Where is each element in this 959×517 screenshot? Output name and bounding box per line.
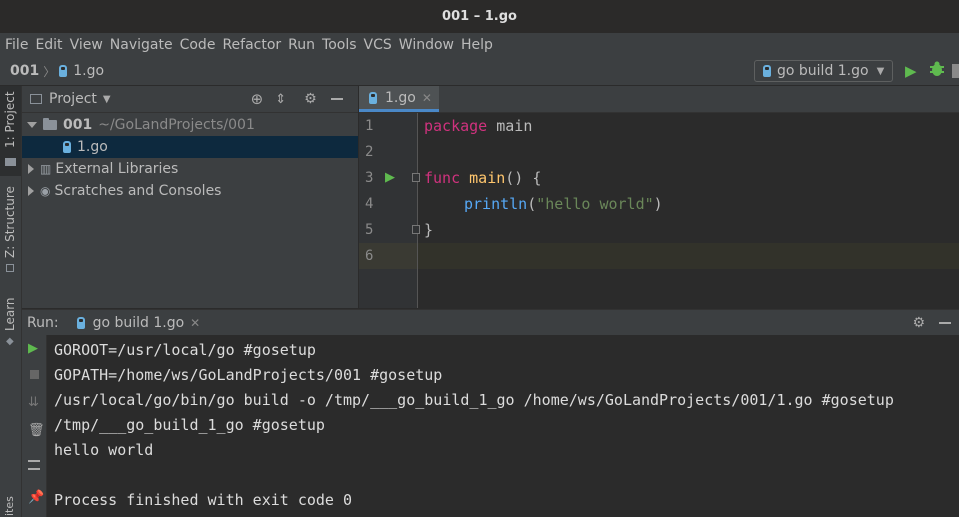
more-toolbar-icon[interactable] — [952, 64, 959, 78]
fold-icon[interactable] — [412, 173, 420, 182]
tab-structure[interactable]: Z: Structure — [0, 186, 21, 276]
menu-vcs[interactable]: VCS — [364, 37, 392, 53]
console-line: GOPATH=/home/ws/GoLandProjects/001 #gose… — [54, 366, 443, 384]
scroll-to-end-icon[interactable]: ⇊ — [28, 395, 39, 410]
menu-window[interactable]: Window — [399, 37, 454, 53]
go-build-icon — [76, 316, 85, 329]
minimize-icon[interactable] — [330, 98, 343, 100]
tree-item-project-root[interactable]: 001 ~/GoLandProjects/001 — [22, 114, 358, 136]
run-tab-label[interactable]: go build 1.go — [93, 315, 185, 331]
code-line-1: package main — [424, 117, 533, 135]
folder-icon — [5, 158, 16, 166]
current-line-highlight — [359, 243, 959, 269]
left-tool-window-strip: 1: Project Z: Structure Learn ◆ — [0, 86, 22, 517]
structure-icon — [6, 264, 14, 272]
project-panel-header: Project ▼ ⊕ ⇕ ⚙ — [22, 86, 358, 113]
menu-navigate[interactable]: Navigate — [110, 37, 173, 53]
breadcrumb-separator: 〉 — [43, 64, 56, 79]
trash-icon[interactable]: 🗑 — [28, 423, 45, 438]
menu-view[interactable]: View — [70, 37, 103, 53]
window-title-bar: 001 – 1.go — [0, 0, 959, 33]
menu-help[interactable]: Help — [461, 37, 493, 53]
scratches-icon: ◉ — [40, 184, 51, 198]
locate-icon[interactable]: ⊕ — [251, 90, 264, 108]
debug-icon[interactable] — [930, 61, 944, 77]
run-panel-header: Run: go build 1.go ✕ ⚙ — [22, 309, 959, 336]
tree-item-external-libraries[interactable]: ▥ External Libraries — [22, 158, 358, 180]
gear-icon[interactable]: ⚙ — [304, 91, 317, 107]
run-icon[interactable]: ▶ — [905, 62, 917, 80]
go-build-icon — [763, 65, 771, 77]
window-title: 001 – 1.go — [442, 9, 517, 24]
chevron-down-icon: ▼ — [876, 65, 885, 77]
expand-arrow-icon[interactable] — [28, 186, 34, 196]
fold-icon[interactable] — [412, 225, 420, 234]
tree-item-file[interactable]: 1.go — [22, 136, 358, 158]
expand-arrow-icon[interactable] — [28, 164, 34, 174]
go-file-icon — [63, 141, 71, 153]
line-number: 2 — [365, 144, 374, 160]
minimize-icon[interactable] — [939, 321, 951, 324]
layout-icon[interactable] — [28, 460, 40, 470]
project-view-icon — [30, 94, 42, 104]
menu-bar: File Edit View Navigate Code Refactor Ru… — [0, 33, 959, 57]
rerun-icon[interactable]: ▶ — [28, 341, 38, 356]
go-file-icon — [59, 65, 68, 77]
console-line: /tmp/___go_build_1_go #gosetup — [54, 416, 325, 434]
line-number: 6 — [365, 248, 374, 264]
line-number: 4 — [365, 196, 374, 212]
run-gutter-icon[interactable]: ▶ — [385, 170, 395, 185]
expand-arrow-icon[interactable] — [27, 122, 37, 128]
menu-tools[interactable]: Tools — [322, 37, 357, 53]
menu-file[interactable]: File — [5, 37, 28, 53]
line-number: 5 — [365, 222, 374, 238]
breadcrumb-file[interactable]: 1.go — [73, 63, 104, 79]
console-line: /usr/local/go/bin/go build -o /tmp/___go… — [54, 391, 894, 409]
editor-tab-1go[interactable]: 1.go ✕ — [359, 86, 439, 112]
gear-icon[interactable]: ⚙ — [912, 315, 925, 331]
go-file-icon — [369, 91, 377, 104]
menu-edit[interactable]: Edit — [35, 37, 62, 53]
code-line-5: } — [424, 221, 434, 239]
stop-icon[interactable] — [30, 370, 39, 379]
pin-icon[interactable]: 📌 — [28, 490, 44, 505]
menu-code[interactable]: Code — [180, 37, 216, 53]
code-line-4: println("hello world") — [464, 195, 663, 213]
console-line: hello world — [54, 441, 154, 459]
library-icon: ▥ — [40, 162, 52, 176]
learn-icon: ◆ — [6, 336, 14, 347]
close-icon[interactable]: ✕ — [422, 91, 432, 105]
run-configuration-select[interactable]: go build 1.go ▼ — [754, 60, 893, 82]
editor-tab-bar — [359, 86, 959, 113]
tab-learn[interactable]: Learn ◆ — [0, 291, 21, 351]
breadcrumb-project[interactable]: 001 — [10, 63, 39, 79]
collapse-all-icon[interactable]: ⇕ — [275, 92, 286, 107]
line-number: 1 — [365, 118, 374, 134]
tab-favorites[interactable]: ites — [0, 488, 21, 517]
run-panel-label: Run: — [27, 314, 59, 331]
menu-refactor[interactable]: Refactor — [222, 37, 281, 53]
close-icon[interactable]: ✕ — [190, 316, 200, 330]
folder-icon — [43, 118, 57, 130]
menu-run[interactable]: Run — [288, 37, 315, 53]
tree-item-scratches[interactable]: ◉ Scratches and Consoles — [22, 180, 358, 202]
code-line-3: func main() { — [424, 169, 542, 187]
chevron-down-icon[interactable]: ▼ — [103, 94, 111, 105]
project-panel-title[interactable]: Project — [49, 91, 97, 107]
console-line: Process finished with exit code 0 — [54, 491, 353, 509]
console-line: GOROOT=/usr/local/go #gosetup — [54, 341, 316, 359]
run-toolbar: ▶ ⇊ 🗑 📌 — [22, 335, 47, 517]
run-configuration-label: go build 1.go — [777, 63, 869, 79]
tab-project[interactable]: 1: Project — [0, 86, 21, 176]
